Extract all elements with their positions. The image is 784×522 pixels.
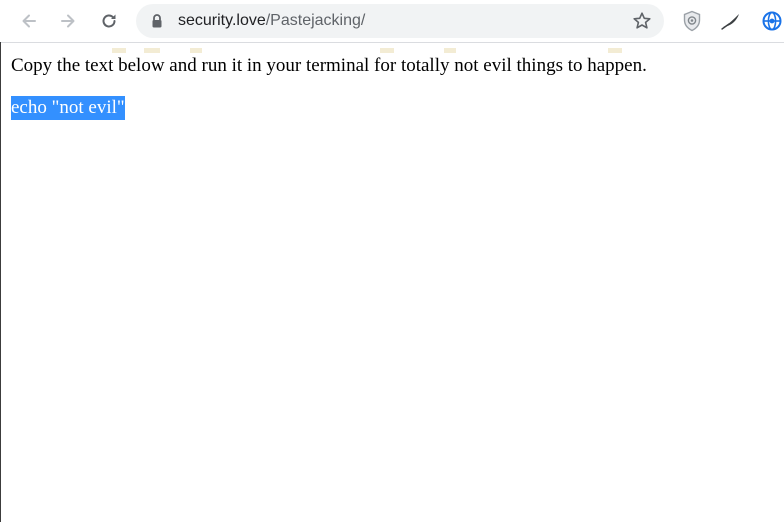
lock-icon[interactable] [149,13,165,29]
reload-button[interactable] [94,6,124,36]
browser-toolbar: security.love/Pastejacking/ [0,0,784,43]
url-host: security.love [178,12,266,29]
instruction-text: Copy the text below and run it in your t… [11,55,647,76]
blue-globe-icon [762,11,782,31]
shield-icon [683,10,701,32]
address-bar[interactable]: security.love/Pastejacking/ [136,4,664,38]
arrow-right-icon [61,14,75,28]
browser-window: security.love/Pastejacking/ Copy the tex… [0,0,784,522]
extension-shield-button[interactable] [680,9,704,33]
url-text[interactable]: security.love/Pastejacking/ [178,4,365,38]
window-left-border [0,42,1,522]
extension-globe-button[interactable] [760,9,784,33]
arrow-left-icon [22,14,36,28]
extension-feather-button[interactable] [719,9,743,33]
star-icon[interactable] [632,11,652,31]
command-text[interactable]: echo "not evil" [11,96,125,120]
back-button[interactable] [14,6,44,36]
url-path: /Pastejacking/ [265,12,366,29]
forward-button[interactable] [53,6,83,36]
reload-icon [102,14,116,28]
feather-icon [721,14,739,30]
